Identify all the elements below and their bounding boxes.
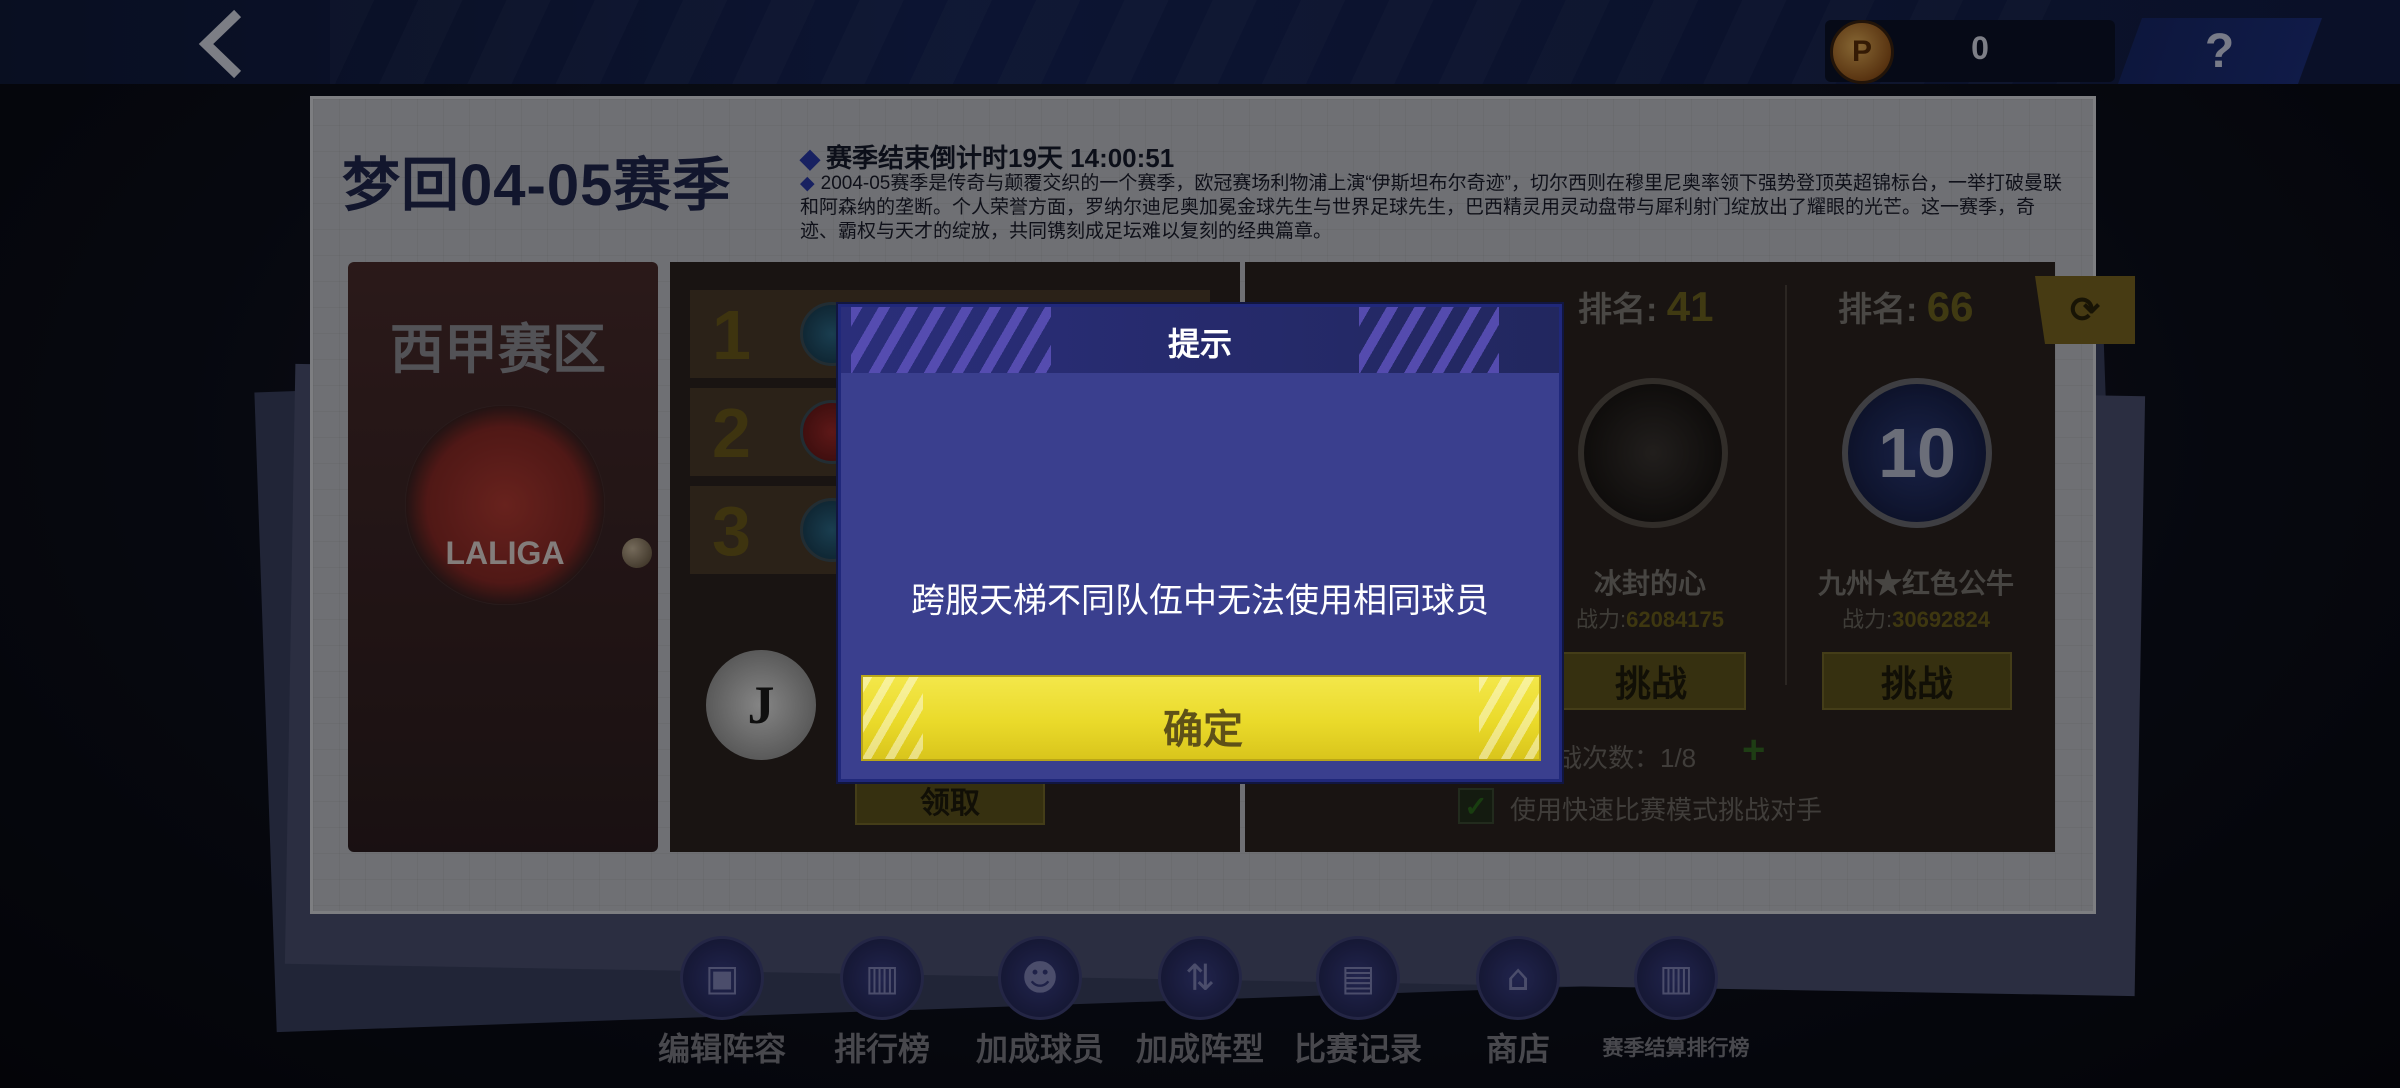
confirm-button[interactable]: 确定 — [861, 675, 1541, 761]
dialog-header: 提示 — [841, 307, 1559, 373]
dialog-title: 提示 — [1167, 326, 1232, 362]
alert-dialog: 提示 跨服天梯不同队伍中无法使用相同球员 确定 — [838, 304, 1562, 782]
dialog-message: 跨服天梯不同队伍中无法使用相同球员 — [911, 582, 1489, 620]
confirm-button-label: 确定 — [1163, 708, 1243, 752]
